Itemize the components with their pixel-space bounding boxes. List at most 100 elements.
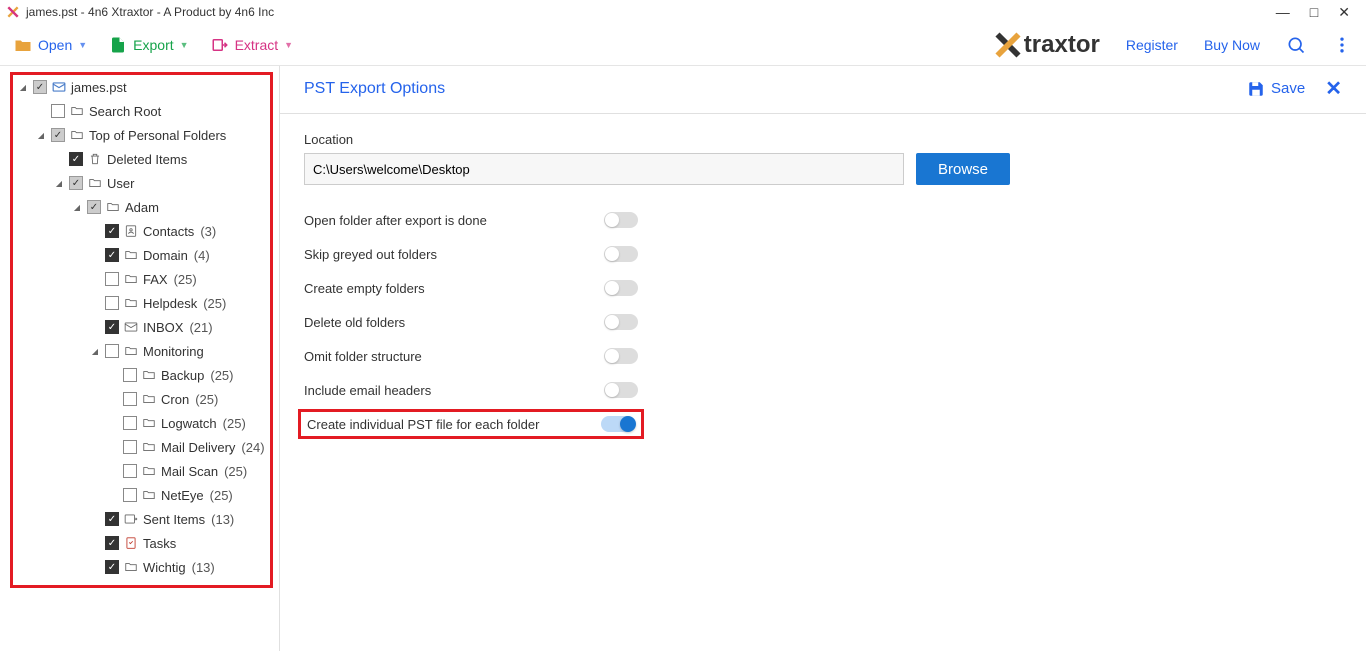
option-label: Skip greyed out folders: [304, 247, 604, 262]
option-toggle[interactable]: [604, 246, 638, 262]
tree-item[interactable]: ✓ Wichtig (13): [13, 555, 270, 579]
more-icon[interactable]: [1332, 35, 1352, 55]
checkbox[interactable]: ✓: [33, 80, 47, 94]
tree-item-count: (13): [192, 560, 215, 575]
maximize-button[interactable]: □: [1310, 4, 1318, 21]
folder-open-icon: [14, 36, 32, 54]
search-icon[interactable]: [1286, 35, 1306, 55]
checkbox[interactable]: [51, 104, 65, 118]
option-toggle[interactable]: [604, 314, 638, 330]
tree-item-count: (25): [224, 464, 247, 479]
checkbox[interactable]: ✓: [69, 176, 83, 190]
checkbox[interactable]: [105, 272, 119, 286]
tree-item[interactable]: Logwatch (25): [13, 411, 270, 435]
option-label: Create individual PST file for each fold…: [307, 417, 601, 432]
tree-item[interactable]: ◢✓Top of Personal Folders: [13, 123, 270, 147]
option-toggle[interactable]: [604, 348, 638, 364]
checkbox[interactable]: ✓: [105, 560, 119, 574]
checkbox[interactable]: ✓: [105, 512, 119, 526]
tree-item[interactable]: ✓Domain(4): [13, 243, 270, 267]
tree-item-count: (24): [241, 440, 264, 455]
tree-item-count: (25): [223, 416, 246, 431]
tree-item[interactable]: ✓Sent Items(13): [13, 507, 270, 531]
tree-item[interactable]: Helpdesk(25): [13, 291, 270, 315]
folder-icon: [141, 464, 157, 478]
app-logo-icon: [6, 5, 20, 19]
tree-item[interactable]: ◢ ✓ james.pst: [13, 75, 270, 99]
checkbox[interactable]: ✓: [105, 248, 119, 262]
tree-item[interactable]: ◢✓User: [13, 171, 270, 195]
folder-icon: [123, 272, 139, 286]
tree-item[interactable]: Cron(25): [13, 387, 270, 411]
tree-item-count: (21): [189, 320, 212, 335]
checkbox[interactable]: [123, 464, 137, 478]
tree-item[interactable]: Mail Scan (25): [13, 459, 270, 483]
option-row: Omit folder structure: [304, 339, 1342, 373]
open-button[interactable]: Open ▼: [14, 36, 87, 54]
browse-button[interactable]: Browse: [916, 153, 1010, 185]
expander-icon[interactable]: ◢: [35, 131, 47, 140]
folder-icon: [123, 560, 139, 574]
tree-item[interactable]: NetEye(25): [13, 483, 270, 507]
expander-icon[interactable]: ◢: [53, 179, 65, 188]
expander-icon[interactable]: ◢: [71, 203, 83, 212]
tree-item[interactable]: ✓INBOX(21): [13, 315, 270, 339]
checkbox[interactable]: [123, 416, 137, 430]
checkbox[interactable]: ✓: [105, 320, 119, 334]
option-toggle[interactable]: [604, 280, 638, 296]
folder-icon: [141, 440, 157, 454]
tree-item-label: Wichtig: [143, 560, 186, 575]
checkbox[interactable]: [105, 344, 119, 358]
checkbox[interactable]: [123, 440, 137, 454]
tree-item-label: Mail Scan: [161, 464, 218, 479]
save-label: Save: [1271, 80, 1305, 97]
tree-item-label: Logwatch: [161, 416, 217, 431]
close-panel-button[interactable]: ✕: [1325, 76, 1342, 101]
option-toggle[interactable]: [604, 382, 638, 398]
tree-item[interactable]: ✓Deleted Items: [13, 147, 270, 171]
toggle-create-individual-pst[interactable]: [601, 416, 635, 432]
minimize-button[interactable]: —: [1276, 4, 1290, 21]
checkbox[interactable]: [123, 392, 137, 406]
checkbox[interactable]: [123, 488, 137, 502]
extract-label: Extract: [235, 37, 279, 53]
save-button[interactable]: Save: [1247, 80, 1305, 98]
close-window-button[interactable]: ✕: [1338, 4, 1350, 21]
tree-item[interactable]: FAX(25): [13, 267, 270, 291]
option-label: Open folder after export is done: [304, 213, 604, 228]
checkbox[interactable]: [123, 368, 137, 382]
tree-item[interactable]: ✓Contacts(3): [13, 219, 270, 243]
extract-button[interactable]: Extract ▼: [211, 36, 294, 54]
expander-icon[interactable]: ◢: [89, 347, 101, 356]
expander-icon[interactable]: ◢: [17, 83, 29, 92]
contacts-icon: [123, 224, 139, 238]
tree-item[interactable]: ◢ Monitoring: [13, 339, 270, 363]
tree-item[interactable]: Backup(25): [13, 363, 270, 387]
tree-item[interactable]: Search Root: [13, 99, 270, 123]
option-row: Open folder after export is done: [304, 203, 1342, 237]
buy-now-link[interactable]: Buy Now: [1204, 37, 1260, 53]
checkbox[interactable]: ✓: [105, 536, 119, 550]
checkbox[interactable]: [105, 296, 119, 310]
main-toolbar: Open ▼ Export ▼ Extract ▼ traxtor Regist…: [0, 24, 1366, 66]
trash-icon: [87, 152, 103, 166]
tree-item-label: Monitoring: [143, 344, 204, 359]
option-row: Include email headers: [304, 373, 1342, 407]
location-input[interactable]: [304, 153, 904, 185]
checkbox[interactable]: ✓: [69, 152, 83, 166]
option-toggle[interactable]: [604, 212, 638, 228]
mail-icon: [51, 80, 67, 94]
register-link[interactable]: Register: [1126, 37, 1178, 53]
folder-icon: [87, 176, 103, 190]
tree-item[interactable]: ✓Tasks: [13, 531, 270, 555]
tree-item[interactable]: ◢ ✓ Adam: [13, 195, 270, 219]
checkbox[interactable]: ✓: [87, 200, 101, 214]
checkbox[interactable]: ✓: [51, 128, 65, 142]
checkbox[interactable]: ✓: [105, 224, 119, 238]
export-button[interactable]: Export ▼: [109, 36, 188, 54]
tree-item-label: james.pst: [71, 80, 127, 95]
tree-item[interactable]: Mail Delivery(24): [13, 435, 270, 459]
option-label: Include email headers: [304, 383, 604, 398]
tree-item-label: Adam: [125, 200, 159, 215]
tree-item-label: Search Root: [89, 104, 161, 119]
